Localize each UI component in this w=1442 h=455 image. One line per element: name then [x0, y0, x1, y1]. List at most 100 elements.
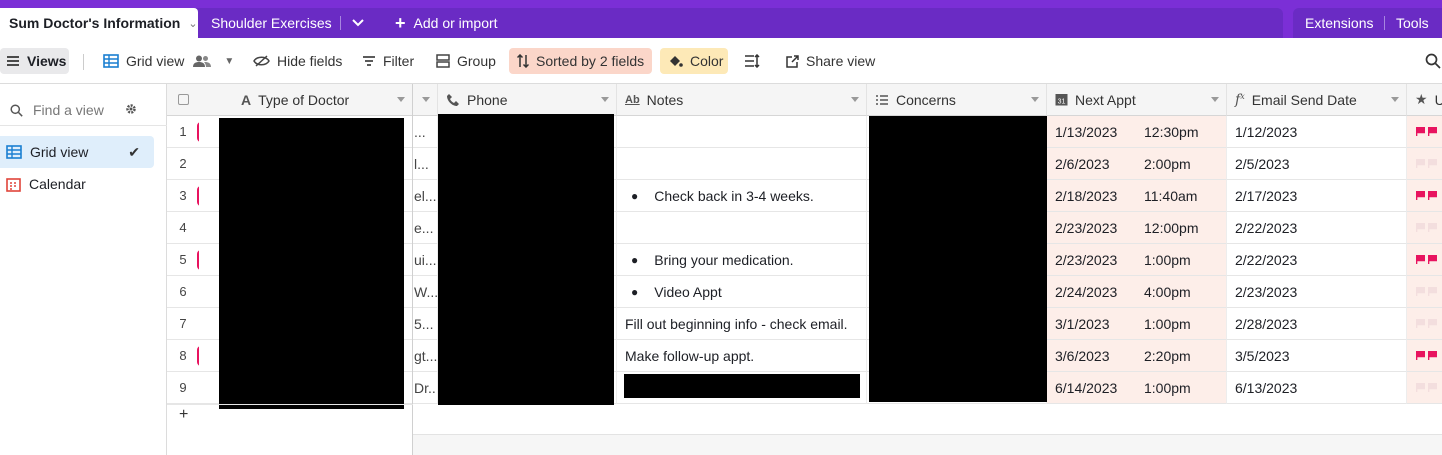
flag-icon	[1416, 383, 1425, 392]
star-icon: ★	[1415, 91, 1428, 107]
row-height-icon[interactable]	[744, 48, 760, 74]
cell-partial[interactable]: 5...	[413, 308, 438, 340]
cell-urgent[interactable]	[1407, 340, 1442, 372]
column-header-notes[interactable]: Ab Notes	[617, 84, 867, 116]
cell-email-send-date[interactable]: 3/5/2023	[1227, 340, 1407, 372]
sort-button[interactable]: Sorted by 2 fields	[509, 48, 652, 74]
cell-email-send-date[interactable]: 2/23/2023	[1227, 276, 1407, 308]
row-number-label: 3	[179, 188, 187, 203]
caret-down-icon[interactable]	[1031, 97, 1039, 102]
column-header-type-of-doctor[interactable]: A Type of Doctor	[199, 84, 413, 116]
tools-button[interactable]: Tools	[1396, 8, 1429, 38]
row-number-label: 1	[179, 124, 187, 139]
column-header-hidden-partial[interactable]	[413, 84, 438, 116]
redacted-note	[624, 374, 860, 398]
cell-text: W...	[414, 283, 438, 300]
cell-text: ...	[414, 123, 426, 140]
cell-email-send-date[interactable]: 2/22/2023	[1227, 244, 1407, 276]
sidebar-item-calendar[interactable]: Calendar	[0, 168, 154, 200]
cell-notes[interactable]: ● Video Appt	[617, 276, 867, 308]
cell-next-appt[interactable]: 2/24/2023 4:00pm	[1047, 276, 1227, 308]
color-button[interactable]: Color	[660, 48, 728, 74]
caret-down-icon[interactable]	[1391, 97, 1399, 102]
caret-down-icon[interactable]: ▼	[224, 56, 234, 67]
filter-button[interactable]: Filter	[362, 48, 414, 74]
cell-next-appt[interactable]: 2/23/2023 1:00pm	[1047, 244, 1227, 276]
cell-notes[interactable]	[617, 116, 867, 148]
caret-down-icon[interactable]	[851, 97, 859, 102]
column-header-email-send-date[interactable]: fx Email Send Date	[1227, 84, 1407, 116]
cell-urgent[interactable]	[1407, 212, 1442, 244]
column-header-urgent[interactable]: ★ U	[1407, 84, 1442, 116]
column-header-next-appt[interactable]: 31 Next Appt	[1047, 84, 1227, 116]
column-header-concerns[interactable]: Concerns	[867, 84, 1047, 116]
cell-partial[interactable]: ui...	[413, 244, 438, 276]
share-view-button[interactable]: Share view	[786, 48, 875, 74]
group-button[interactable]: Group	[436, 48, 496, 74]
cell-next-appt[interactable]: 2/18/2023 11:40am	[1047, 180, 1227, 212]
cell-text: 5...	[414, 315, 434, 332]
cell-notes[interactable]: Make follow-up appt.	[617, 340, 867, 372]
cell-partial[interactable]: l...	[413, 148, 438, 180]
cell-urgent[interactable]	[1407, 308, 1442, 340]
more-tables-chevron-icon[interactable]	[352, 8, 364, 38]
add-or-import-button[interactable]: + Add or import	[395, 8, 498, 38]
cell-time: 4:00pm	[1144, 283, 1191, 300]
row-number: 8	[167, 340, 199, 372]
caret-down-icon[interactable]	[1211, 97, 1219, 102]
extensions-button[interactable]: Extensions	[1305, 8, 1373, 38]
find-view-input[interactable]: Find a view	[10, 102, 104, 118]
views-button[interactable]: Views	[0, 48, 69, 74]
cell-urgent[interactable]	[1407, 148, 1442, 180]
grid-view-button[interactable]: Grid view ▼	[103, 48, 234, 74]
column-label: Phone	[467, 91, 508, 108]
cell-partial[interactable]: W...	[413, 276, 438, 308]
text-field-icon: A	[241, 91, 252, 108]
flag-icon	[1416, 127, 1425, 136]
row-number-label: 2	[179, 156, 187, 171]
cell-next-appt[interactable]: 2/6/2023 2:00pm	[1047, 148, 1227, 180]
tab-sum-doctors-information[interactable]: Sum Doctor's Information ⌄	[0, 8, 198, 38]
cell-urgent[interactable]	[1407, 244, 1442, 276]
cell-email-send-date[interactable]: 2/17/2023	[1227, 180, 1407, 212]
cell-notes[interactable]	[617, 148, 867, 180]
caret-down-icon[interactable]	[397, 97, 405, 102]
tab-shoulder-exercises[interactable]: Shoulder Exercises	[211, 8, 332, 38]
cell-text: 2/23/2023	[1235, 283, 1298, 300]
column-header-phone[interactable]: Phone	[438, 84, 617, 116]
cell-partial[interactable]: gt...	[413, 340, 438, 372]
cell-urgent[interactable]	[1407, 276, 1442, 308]
cell-email-send-date[interactable]: 2/22/2023	[1227, 212, 1407, 244]
cell-partial[interactable]: ...	[413, 116, 438, 148]
cell-email-send-date[interactable]: 6/13/2023	[1227, 372, 1407, 404]
caret-down-icon[interactable]	[422, 97, 430, 102]
chevron-down-icon[interactable]: ⌄	[188, 17, 197, 30]
cell-notes[interactable]: Fill out beginning info - check email.	[617, 308, 867, 340]
cell-notes[interactable]: ● Check back in 3-4 weeks.	[617, 180, 867, 212]
cell-next-appt[interactable]: 3/1/2023 1:00pm	[1047, 308, 1227, 340]
cell-partial[interactable]: e...	[413, 212, 438, 244]
cell-notes[interactable]: ● Bring your medication.	[617, 244, 867, 276]
cell-email-send-date[interactable]: 2/28/2023	[1227, 308, 1407, 340]
search-icon[interactable]	[1425, 48, 1441, 74]
hide-fields-button[interactable]: Hide fields	[253, 48, 342, 74]
cell-partial[interactable]: el...	[413, 180, 438, 212]
cell-urgent[interactable]	[1407, 372, 1442, 404]
cell-email-send-date[interactable]: 2/5/2023	[1227, 148, 1407, 180]
gear-icon[interactable]	[124, 102, 138, 119]
cell-next-appt[interactable]: 3/6/2023 2:20pm	[1047, 340, 1227, 372]
caret-down-icon[interactable]	[601, 97, 609, 102]
row-number: 6	[167, 276, 199, 308]
add-record-button[interactable]: +	[179, 406, 188, 424]
select-all-checkbox[interactable]	[178, 94, 189, 105]
cell-urgent[interactable]	[1407, 116, 1442, 148]
long-text-icon: Ab	[625, 93, 640, 106]
cell-notes[interactable]	[617, 212, 867, 244]
cell-next-appt[interactable]: 2/23/2023 12:00pm	[1047, 212, 1227, 244]
cell-email-send-date[interactable]: 1/12/2023	[1227, 116, 1407, 148]
cell-next-appt[interactable]: 6/14/2023 1:00pm	[1047, 372, 1227, 404]
sidebar-item-grid-view[interactable]: Grid view ✔	[0, 136, 154, 168]
cell-next-appt[interactable]: 1/13/2023 12:30pm	[1047, 116, 1227, 148]
cell-urgent[interactable]	[1407, 180, 1442, 212]
cell-partial[interactable]: Dr...	[413, 372, 438, 404]
